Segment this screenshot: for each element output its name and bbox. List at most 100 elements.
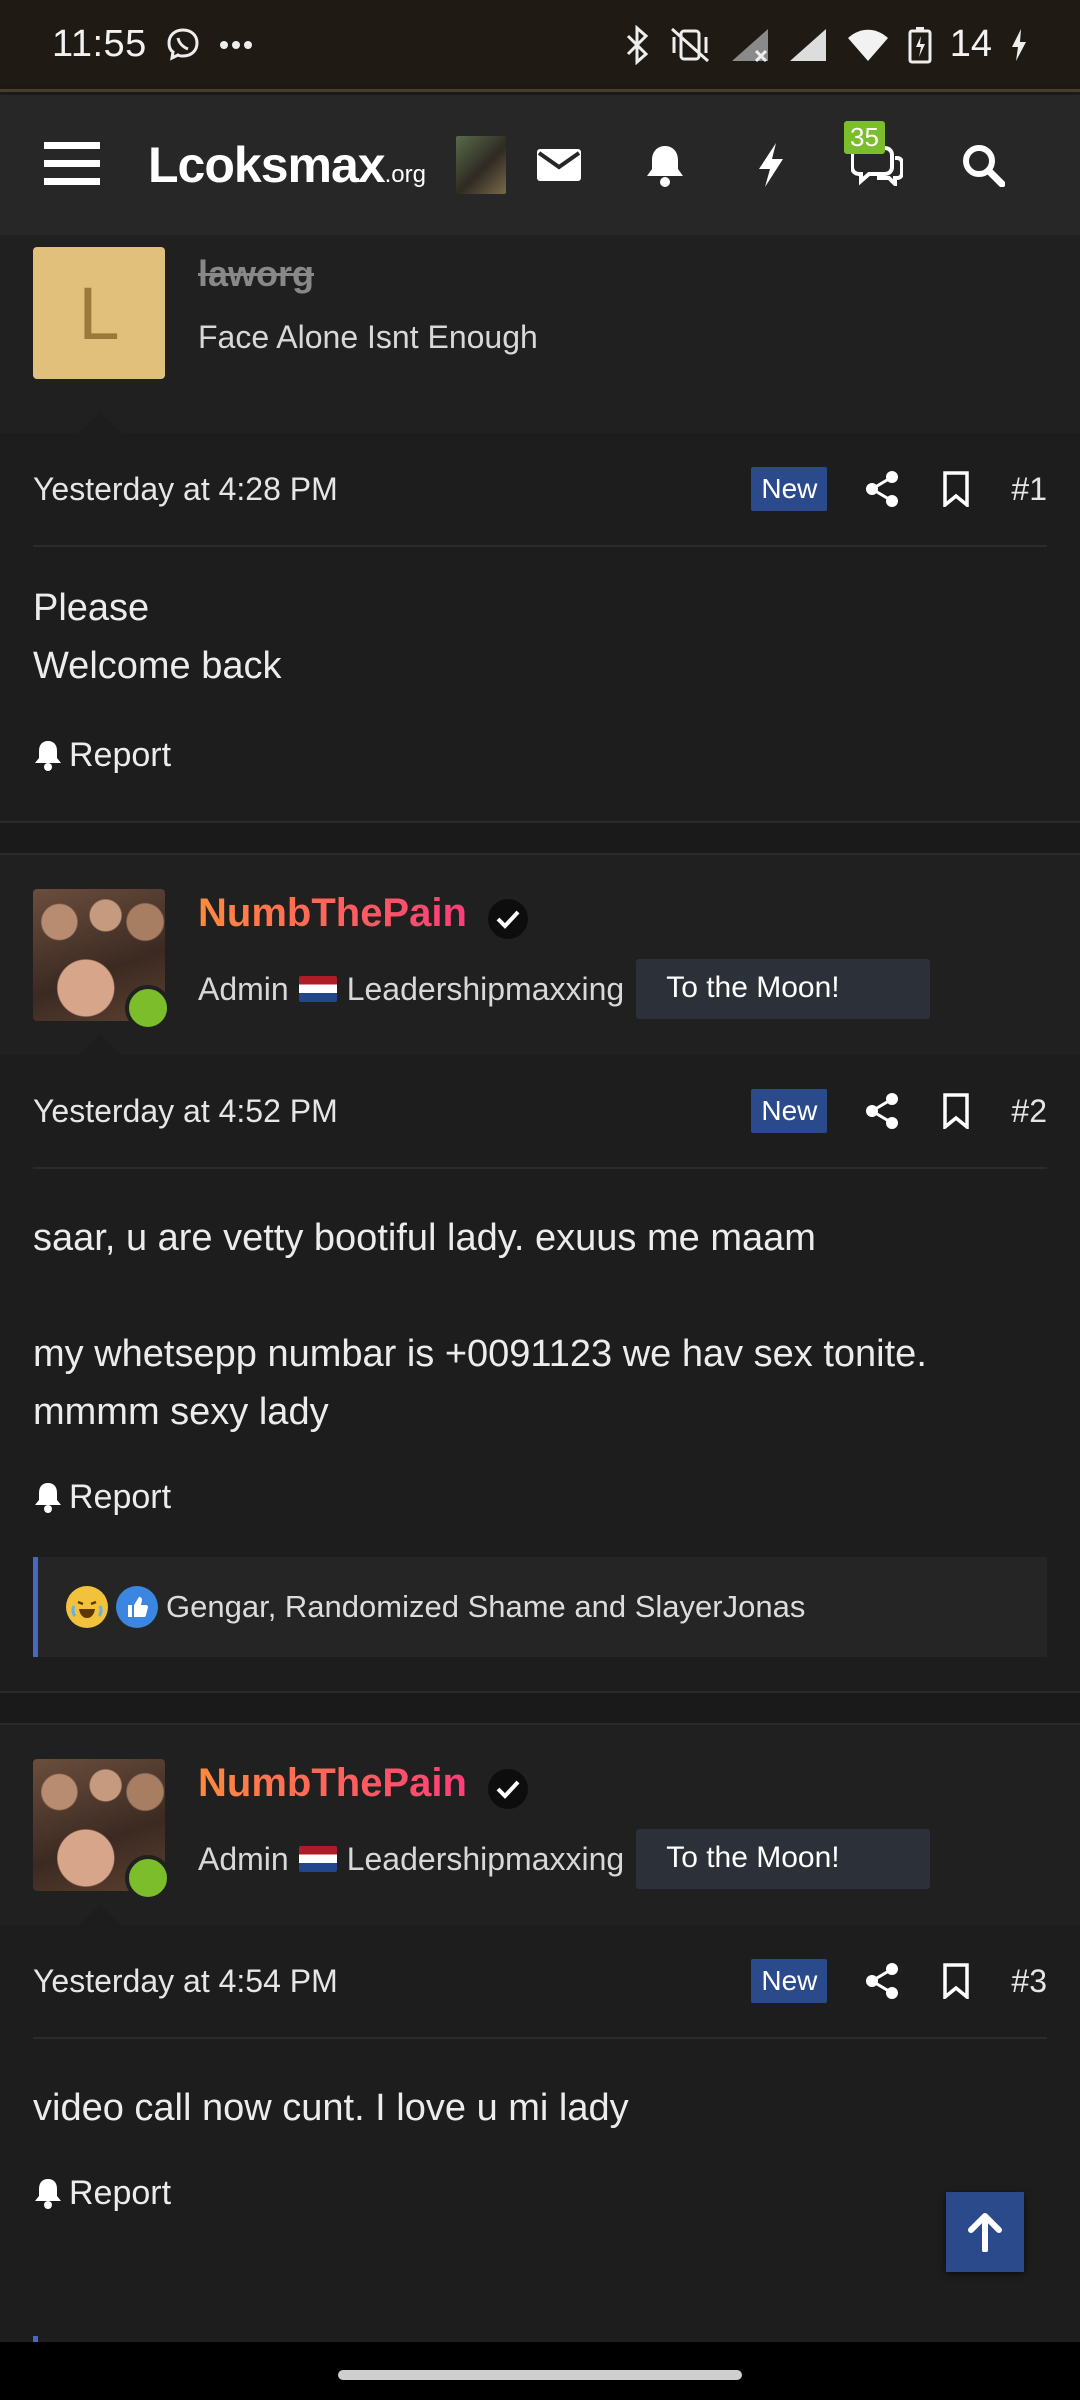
verified-icon [487, 1768, 529, 1815]
post-body: saar, u are vetty bootiful lady. exuus m… [33, 1169, 1047, 1441]
post-author: L laworg Face Alone Isnt Enough [0, 235, 1080, 434]
author-role: Admin [198, 970, 289, 1007]
share-icon[interactable] [845, 1093, 919, 1129]
more-notifications-icon [219, 40, 253, 50]
post: NumbThePain Admin Leadershipmaxxing To t… [0, 855, 1080, 1657]
report-button[interactable]: Report [33, 1445, 1047, 1549]
search-button[interactable] [930, 125, 1036, 205]
post: NumbThePain Admin Leadershipmaxxing To t… [0, 1725, 1080, 2245]
arrow-up-icon [968, 2213, 1002, 2252]
verified-icon [487, 898, 529, 945]
vibrate-off-icon [668, 25, 712, 65]
post: L laworg Face Alone Isnt Enough Yesterda… [0, 235, 1080, 807]
netherlands-flag-icon [298, 1846, 337, 1873]
laughing-emoji-icon [66, 1586, 108, 1628]
author-title: Face Alone Isnt Enough [198, 319, 538, 355]
report-button[interactable]: Report [33, 703, 1047, 807]
post-line: saar, u are vetty bootiful lady. exuus m… [33, 1217, 816, 1259]
bell-icon [35, 741, 61, 771]
logo-suffix: .org [384, 161, 426, 188]
new-badge: New [751, 1089, 828, 1133]
bell-icon [35, 1483, 61, 1513]
post-author: NumbThePain Admin Leadershipmaxxing To t… [0, 855, 1080, 1056]
bell-icon [647, 146, 683, 187]
reaction-users: Gengar, Randomized Shame and SlayerJonas [166, 1589, 806, 1624]
user-banner: To the Moon! [636, 1829, 930, 1890]
thread-content: L laworg Face Alone Isnt Enough Yesterda… [0, 235, 1080, 2245]
post-number[interactable]: #3 [1011, 1963, 1047, 2000]
user-banner: To the Moon! [636, 959, 930, 1020]
post-date[interactable]: Yesterday at 4:54 PM [33, 1963, 338, 2000]
post-author: NumbThePain Admin Leadershipmaxxing To t… [0, 1725, 1080, 1926]
site-navbar: Lcoksmax.org 35 [0, 95, 1080, 235]
whats-new-button[interactable] [718, 125, 824, 205]
conversations-button[interactable]: 35 [824, 121, 930, 205]
author-username[interactable]: NumbThePain [198, 891, 467, 935]
post-line: Please [33, 587, 150, 629]
post-date[interactable]: Yesterday at 4:28 PM [33, 471, 338, 508]
post-number[interactable]: #2 [1011, 1093, 1047, 1130]
author-title: Leadershipmaxxing [346, 970, 625, 1007]
header-notch [78, 1034, 122, 1056]
share-icon[interactable] [845, 1963, 919, 1999]
bell-icon [35, 2179, 61, 2209]
search-icon [963, 145, 1005, 187]
hamburger-menu-icon[interactable] [44, 140, 100, 191]
signal-icon [730, 27, 770, 63]
battery-icon [908, 26, 932, 64]
envelope-icon [537, 149, 581, 181]
new-badge: New [751, 1959, 828, 2003]
header-notch [78, 412, 122, 434]
avatar-letter: L [78, 271, 120, 355]
netherlands-flag-icon [298, 976, 337, 1003]
online-indicator [125, 985, 171, 1031]
thumbs-up-icon [116, 1586, 158, 1628]
report-button[interactable]: Report [33, 2141, 1047, 2245]
user-avatar[interactable] [455, 136, 506, 194]
online-indicator [125, 1855, 171, 1901]
header-notch [78, 1904, 122, 1926]
scroll-to-top-button[interactable] [946, 2192, 1024, 2272]
status-time: 11:55 [52, 23, 147, 65]
post-number[interactable]: #1 [1011, 471, 1047, 508]
wifi-icon [846, 28, 890, 62]
status-bar: 11:55 14 [0, 0, 1080, 92]
new-badge: New [751, 467, 828, 511]
bookmark-icon[interactable] [919, 1093, 993, 1129]
author-avatar[interactable]: L [33, 247, 165, 379]
reaction-summary[interactable]: Gengar, Randomized Shame and SlayerJonas [33, 1557, 1047, 1657]
post-line: my whetsepp numbar is +0091123 we hav se… [33, 1333, 927, 1433]
author-username[interactable]: NumbThePain [198, 1761, 467, 1805]
author-title: Leadershipmaxxing [346, 1840, 625, 1877]
post-meta: Yesterday at 4:54 PM New #3 [33, 1925, 1047, 2039]
chat-count-badge: 35 [844, 121, 885, 154]
site-logo[interactable]: Lcoksmax.org [148, 136, 426, 194]
home-indicator[interactable] [338, 2370, 742, 2380]
share-icon[interactable] [845, 471, 919, 507]
viber-icon [165, 27, 201, 63]
post-separator [0, 821, 1080, 855]
report-label: Report [69, 2173, 172, 2212]
inbox-button[interactable] [506, 125, 612, 205]
charging-icon [1010, 28, 1028, 62]
bookmark-icon[interactable] [919, 471, 993, 507]
bookmark-icon[interactable] [919, 1963, 993, 1999]
post-meta: Yesterday at 4:52 PM New #2 [33, 1055, 1047, 1169]
author-avatar[interactable] [33, 889, 171, 1031]
post-line: video call now cunt. I love u mi lady [33, 2087, 629, 2129]
post-line: Welcome back [33, 645, 282, 687]
post-date[interactable]: Yesterday at 4:52 PM [33, 1093, 338, 1130]
report-label: Report [69, 1477, 172, 1516]
author-role: Admin [198, 1840, 289, 1877]
bolt-icon [759, 143, 783, 187]
alerts-button[interactable] [612, 125, 718, 205]
post-meta: Yesterday at 4:28 PM New #1 [33, 433, 1047, 547]
author-avatar[interactable] [33, 1759, 171, 1901]
post-separator [0, 1691, 1080, 1725]
bluetooth-icon [624, 24, 650, 65]
report-label: Report [69, 735, 172, 774]
logo-text: Lcoksmax [148, 137, 386, 193]
post-body: video call now cunt. I love u mi lady [33, 2039, 1047, 2137]
author-username[interactable]: laworg [198, 253, 538, 295]
signal-icon-2 [788, 27, 828, 63]
